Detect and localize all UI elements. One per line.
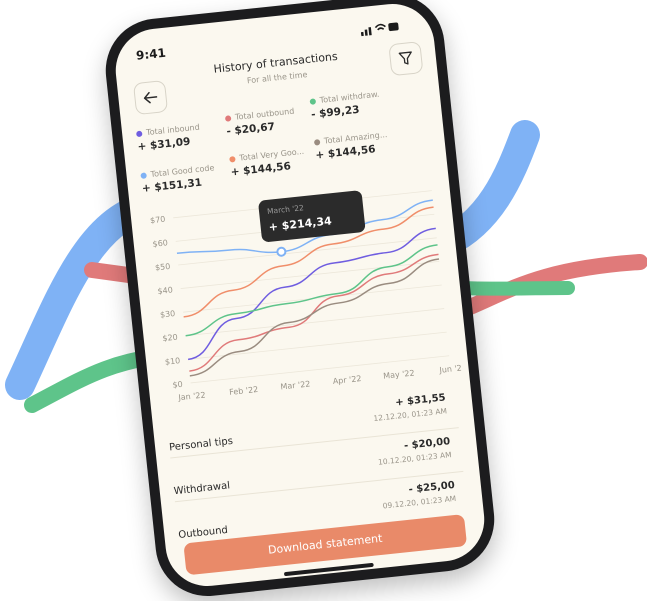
legend-dot <box>135 130 143 137</box>
status-time: 9:41 <box>135 45 167 63</box>
signal-bar <box>360 31 364 37</box>
back-button[interactable] <box>132 79 169 116</box>
y-tick-label: $70 <box>150 215 166 226</box>
y-tick-label: $30 <box>160 309 176 320</box>
signal-bar <box>368 27 372 36</box>
x-tick-label: May '22 <box>383 368 415 380</box>
x-tick-label: Jun '2 <box>438 364 462 375</box>
x-tick-label: Mar '22 <box>280 379 311 391</box>
legend-total-inbound: Total inbound + $31,09 <box>135 119 238 153</box>
series-line <box>188 227 436 361</box>
tooltip-month: March '22 <box>266 203 305 216</box>
y-tick-label: $50 <box>155 262 171 273</box>
y-tick-label: $10 <box>165 356 181 367</box>
legend-total-withdraw: Total withdraw. - $99,23 <box>309 86 411 121</box>
x-tick-label: Apr '22 <box>332 374 362 386</box>
wifi-icon <box>374 23 386 31</box>
status-icons <box>360 22 399 37</box>
x-tick-label: Jan '22 <box>177 390 206 402</box>
highlight-point <box>276 246 287 257</box>
filter-funnel-icon <box>398 51 412 65</box>
legend-dot <box>309 97 317 105</box>
legend-total-good-code: Total Good code + $151,31 <box>140 161 242 195</box>
legend-total-amazing: Total Amazing... + $144,56 <box>313 127 416 162</box>
transaction-amount: - $20,00 <box>403 436 451 452</box>
transaction-label: Personal tips <box>168 435 234 454</box>
app-screen: 9:41 History of transactions For all the… <box>111 0 489 591</box>
y-tick-label: $40 <box>157 285 173 296</box>
legend-dot <box>140 171 147 179</box>
transaction-date: 09.12.20, 01:23 AM <box>382 493 457 511</box>
transaction-date: 10.12.20, 01:23 AM <box>377 450 452 467</box>
filter-button[interactable] <box>388 41 424 77</box>
signal-bar <box>364 29 368 36</box>
transaction-amount: - $25,00 <box>408 479 456 496</box>
phone-mockup: 9:41 History of transactions For all the… <box>100 0 500 601</box>
x-tick-label: Feb '22 <box>229 385 259 397</box>
y-tick-label: $20 <box>162 333 178 344</box>
legend-dot <box>229 155 236 163</box>
legend-dot <box>313 138 321 146</box>
y-tick-label: $0 <box>172 380 183 390</box>
transaction-label: Withdrawal <box>173 480 231 498</box>
tooltip-value: + $214,34 <box>268 214 333 234</box>
transaction-date: 12.12.20, 01:23 AM <box>373 406 448 423</box>
arrow-left-icon <box>143 91 158 104</box>
y-tick-label: $60 <box>152 238 168 249</box>
battery-icon <box>388 22 399 32</box>
legend-dot <box>224 114 232 122</box>
